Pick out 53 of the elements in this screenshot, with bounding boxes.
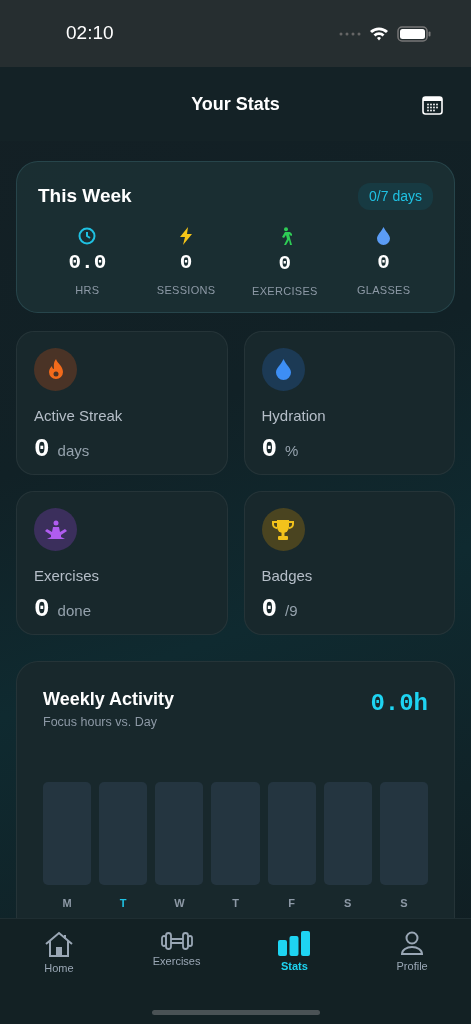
- stat-label: SESSIONS: [156, 282, 216, 298]
- clock-time: 02:10: [66, 21, 114, 46]
- tile-value: 0: [261, 435, 278, 462]
- tab-button[interactable]: Exercises: [152, 931, 201, 1024]
- water-drop-icon: [377, 226, 391, 245]
- signal-icon: [339, 31, 361, 36]
- bar-chart-icon: [278, 931, 311, 956]
- tile-unit: /9: [285, 600, 298, 621]
- stat-value: 0: [179, 251, 193, 273]
- timer-icon: [78, 226, 97, 245]
- day-label: S: [399, 895, 409, 911]
- tab-button[interactable]: Home: [43, 931, 74, 1024]
- day-label: T: [231, 895, 240, 911]
- trophy-icon: [272, 518, 294, 541]
- flame-icon: [46, 358, 65, 381]
- lightning-icon: [179, 226, 194, 245]
- tab-button[interactable]: Stats: [278, 931, 311, 1024]
- tile-title: Exercises: [34, 566, 101, 586]
- tile-title: Active Streak: [34, 406, 124, 426]
- stat-label: EXERCISES: [252, 283, 318, 299]
- calendar-icon[interactable]: [422, 96, 443, 115]
- water-drop-icon: [275, 359, 291, 380]
- day-label: S: [343, 895, 353, 911]
- wifi-icon: [369, 26, 389, 41]
- tile-title: Hydration: [261, 406, 327, 426]
- total-hours: 0.0h: [370, 689, 428, 719]
- tile-unit: done: [57, 600, 91, 621]
- screen-title: Your Stats: [191, 92, 280, 116]
- battery-icon: [397, 25, 431, 42]
- home-icon: [43, 931, 74, 958]
- stat-value: 0: [278, 252, 292, 274]
- stat-value: 0.0: [68, 251, 107, 273]
- tile-unit: %: [285, 440, 299, 461]
- day-label: M: [61, 895, 73, 911]
- meditation-figure-icon: [43, 519, 68, 540]
- day-label: F: [287, 895, 296, 911]
- stat-value: 0: [377, 251, 390, 273]
- tile-value: 0: [261, 595, 278, 622]
- day-label: T: [118, 895, 128, 911]
- tab-button[interactable]: Profile: [396, 931, 428, 1024]
- tile-value: 0: [34, 435, 50, 462]
- person-icon: [400, 931, 425, 956]
- tile-value: 0: [34, 595, 50, 622]
- tile-title: Badges: [261, 566, 314, 586]
- card-title: This Week: [38, 184, 132, 208]
- stat-label: GLASSES: [356, 282, 411, 298]
- card-subtitle: Focus hours vs. Day: [43, 714, 158, 731]
- dumbbell-icon: [160, 931, 193, 951]
- card-title: Weekly Activity: [43, 688, 175, 711]
- days-badge: 0/7 days: [358, 182, 433, 210]
- day-label: W: [173, 895, 186, 911]
- stat-label: HRS: [75, 282, 100, 298]
- tile-unit: days: [57, 440, 90, 461]
